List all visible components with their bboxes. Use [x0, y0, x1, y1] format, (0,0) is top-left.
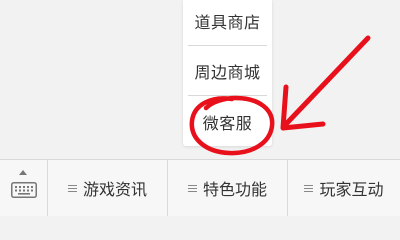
menu-item-item-shop[interactable]: 道具商店 — [183, 0, 272, 45]
pointer-arrow — [280, 35, 371, 131]
menu-button-player-interaction[interactable]: 玩家互动 — [288, 160, 400, 216]
menu-button-features[interactable]: 特色功能 — [168, 160, 288, 216]
bottom-menu-bar: 游戏资讯 特色功能 玩家互动 — [0, 159, 400, 216]
caret-up-icon — [19, 170, 27, 175]
menu-button-label: 玩家互动 — [319, 180, 384, 199]
menu-lines-icon — [67, 184, 77, 192]
keyboard-toggle-button[interactable] — [0, 160, 48, 216]
menu-button-label: 特色功能 — [202, 180, 267, 199]
divider — [188, 95, 267, 96]
menu-item-merch-mall[interactable]: 周边商城 — [183, 47, 272, 95]
menu-button-game-news[interactable]: 游戏资讯 — [48, 160, 168, 216]
divider — [188, 45, 267, 46]
menu-button-label: 游戏资讯 — [82, 180, 147, 199]
menu-lines-icon — [187, 184, 197, 192]
menu-lines-icon — [304, 184, 314, 192]
keyboard-icon — [11, 182, 37, 198]
submenu-popup: 道具商店 周边商城 微客服 — [183, 0, 272, 146]
menu-item-customer-service[interactable]: 微客服 — [183, 98, 272, 146]
